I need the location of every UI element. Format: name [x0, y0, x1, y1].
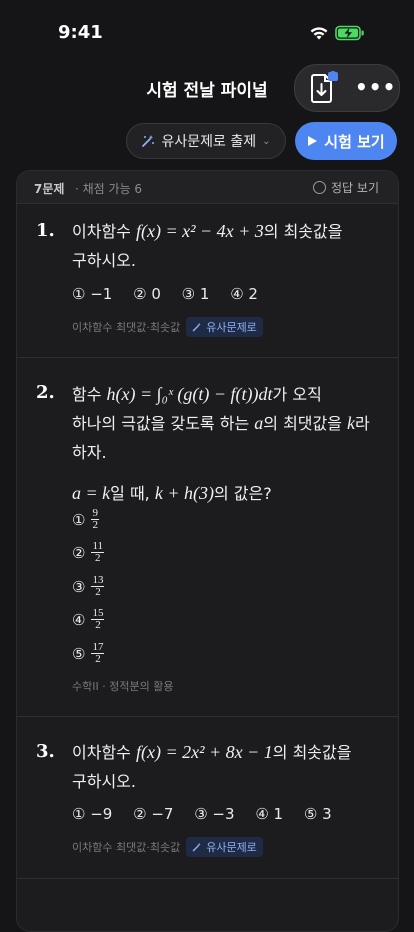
question-math: a = k [72, 483, 111, 503]
answer-choices: ① −1 ② 0 ③ 1 ④ 2 [72, 285, 274, 303]
choice-mark: ② [72, 543, 86, 562]
topic-tag: 이차함수 최댓값·최솟값 [72, 321, 181, 334]
question-list-header: 7문제 · 채점 가능 6 정답 보기 [17, 171, 398, 204]
status-bar: 9:41 [0, 0, 414, 60]
fraction-denominator: 2 [92, 519, 98, 531]
choice: ③ 1 [181, 285, 210, 303]
choice: ⑤ 17 2 [72, 642, 105, 665]
choice: ③ 13 2 [72, 575, 105, 598]
wifi-icon [310, 27, 328, 40]
magic-wand-icon [192, 842, 201, 852]
take-exam-label: 시험 보기 [324, 132, 385, 151]
fraction: 15 2 [91, 608, 105, 631]
choice-mark: ④ [72, 610, 86, 629]
question-text-part: 의 최솟값을 [263, 222, 343, 241]
question-text-part: 하나의 극값을 갖도록 하는 [72, 414, 255, 433]
question-number: 3. [36, 741, 55, 762]
question-text-part: 가 오직 [272, 385, 322, 404]
answer-choices: ① −9 ② −7 ③ −3 ④ 1 ⑤ 3 [72, 805, 348, 823]
magic-wand-icon [142, 135, 155, 147]
fraction-denominator: 2 [95, 586, 101, 598]
question-number: 1. [36, 220, 55, 241]
status-time: 9:41 [58, 22, 103, 43]
similar-problems-button[interactable]: 유사문제로 출제 ⌄ [126, 123, 286, 159]
fraction: 92 [91, 508, 99, 531]
chevron-down-icon: ⌄ [262, 135, 271, 147]
similar-badge[interactable]: 유사문제로 [186, 317, 263, 337]
question-list: 7문제 · 채점 가능 6 정답 보기 1. 이차함수 f(x) = x² − … [16, 170, 399, 932]
question-text: 함수 h(x) = ∫₀ˣ (g(t) − f(t))dt가 오직 하나의 극값… [72, 380, 387, 508]
similar-badge-label: 유사문제로 [206, 841, 257, 854]
question-item[interactable]: 3. 이차함수 f(x) = 2x² + 8x − 1의 최솟값을 구하시오. … [17, 717, 398, 877]
question-math: k [347, 413, 356, 433]
question-math: k + h(3) [154, 483, 214, 503]
question-text-part: 라 [355, 414, 370, 433]
question-text-part: 이차함수 [72, 222, 136, 241]
fraction: 11 2 [91, 541, 105, 564]
question-item[interactable]: 2. 함수 h(x) = ∫₀ˣ (g(t) − f(t))dt가 오직 하나의… [17, 358, 398, 716]
question-text-part: 함수 [72, 385, 107, 404]
fraction-denominator: 2 [95, 653, 101, 665]
question-math: f(x) = x² − 4x + 3 [135, 221, 264, 241]
choice: ④ 2 [230, 285, 258, 303]
play-icon [308, 136, 318, 146]
question-number: 2. [36, 382, 55, 403]
gradable-count: · 채점 가능 6 [75, 182, 143, 196]
question-math: h(x) = ∫₀ˣ (g(t) − f(t))dt [106, 384, 273, 404]
choice: ① 92 [72, 508, 99, 531]
battery-charging-icon [335, 25, 364, 41]
question-text-part: 일 때, [110, 484, 155, 503]
topic-tag: 수학II · 정적분의 활용 [72, 680, 174, 693]
question-tags: 수학II · 정적분의 활용 [72, 678, 173, 694]
question-text: 이차함수 f(x) = x² − 4x + 3의 최솟값을 구하시오. [72, 217, 387, 275]
more-menu-button[interactable]: ••• [355, 71, 395, 105]
question-text: 이차함수 f(x) = 2x² + 8x − 1의 최솟값을 구하시오. [72, 738, 387, 796]
divider [17, 878, 398, 879]
fraction-denominator: 2 [95, 619, 101, 631]
radio-icon [313, 181, 327, 194]
question-text-part: 하자. [72, 443, 107, 462]
question-text-part: 의 값은? [213, 484, 272, 503]
fraction: 13 2 [91, 575, 105, 598]
choice: ⑤ 3 [303, 805, 332, 823]
similar-badge[interactable]: 유사문제로 [186, 837, 263, 857]
question-text-part: 구하시오. [72, 251, 136, 270]
show-answer-toggle[interactable]: 정답 보기 [313, 179, 379, 196]
choice: ② 11 2 [72, 541, 105, 564]
magic-wand-icon [192, 322, 201, 332]
question-tags: 이차함수 최댓값·최솟값 유사문제로 [72, 317, 263, 337]
fraction: 17 2 [91, 642, 105, 665]
question-text-part: 의 최댓값을 [263, 414, 348, 433]
question-math: f(x) = 2x² + 8x − 1 [135, 742, 273, 762]
topic-tag: 이차함수 최댓값·최솟값 [72, 841, 181, 854]
question-text-part: 이차함수 [72, 743, 136, 762]
question-text-part: 구하시오. [72, 772, 136, 791]
choice: ② 0 [133, 285, 161, 303]
nav-actions: ••• [294, 64, 400, 112]
take-exam-button[interactable]: 시험 보기 [295, 122, 397, 160]
question-tags: 이차함수 최댓값·최솟값 유사문제로 [72, 837, 263, 857]
fraction-denominator: 2 [95, 552, 101, 564]
question-count: 7문제 [34, 182, 65, 196]
question-math: a [254, 413, 264, 433]
question-item[interactable]: 1. 이차함수 f(x) = x² − 4x + 3의 최솟값을 구하시오. ①… [17, 203, 398, 359]
similar-badge-label: 유사문제로 [206, 321, 257, 334]
question-text-part: 의 최솟값을 [272, 743, 352, 762]
show-answer-label: 정답 보기 [331, 181, 379, 195]
choice-mark: ① [72, 510, 86, 529]
pdf-download-button[interactable] [305, 71, 339, 105]
choice: ④ 1 [255, 805, 284, 823]
choice: ① −9 [72, 805, 113, 823]
choice-mark: ③ [72, 577, 86, 596]
choice: ④ 15 2 [72, 608, 105, 631]
choice-mark: ⑤ [72, 644, 86, 663]
similar-problems-label: 유사문제로 출제 [161, 134, 257, 150]
choice: ③ −3 [194, 805, 235, 823]
choice: ② −7 [133, 805, 174, 823]
choice: ① −1 [72, 285, 113, 303]
